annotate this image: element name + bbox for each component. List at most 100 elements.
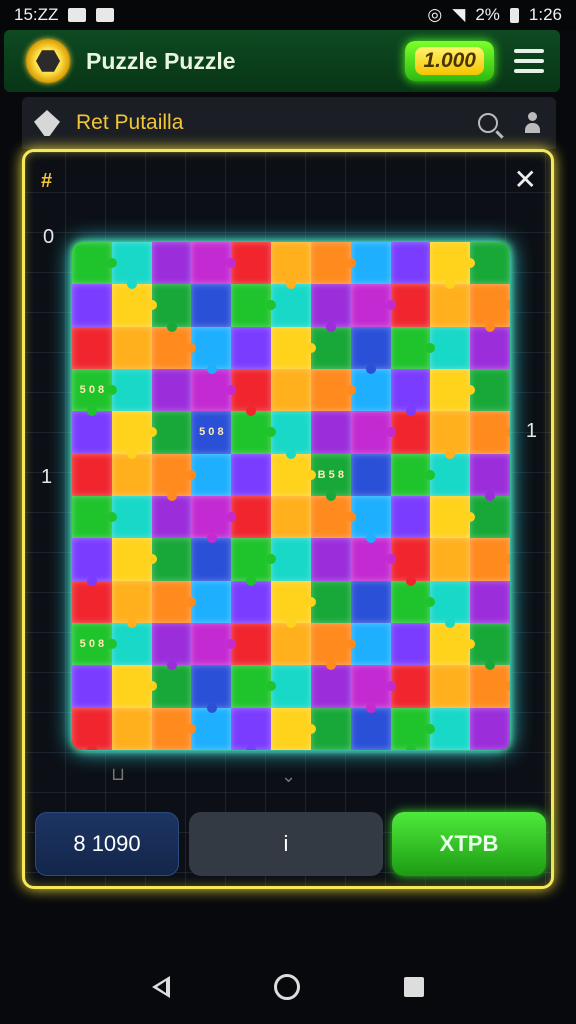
puzzle-piece[interactable] <box>151 495 192 539</box>
puzzle-piece[interactable] <box>111 368 152 412</box>
puzzle-piece[interactable] <box>310 368 356 412</box>
puzzle-piece[interactable] <box>111 707 152 750</box>
puzzle-piece[interactable] <box>350 411 396 454</box>
puzzle-piece[interactable] <box>310 580 351 623</box>
puzzle-piece[interactable] <box>310 284 351 333</box>
puzzle-piece[interactable] <box>430 411 471 460</box>
puzzle-piece[interactable] <box>151 538 192 581</box>
puzzle-piece[interactable] <box>191 538 232 581</box>
puzzle-piece[interactable] <box>191 326 232 375</box>
puzzle-piece[interactable] <box>271 411 311 460</box>
puzzle-piece[interactable] <box>390 707 436 750</box>
puzzle-piece[interactable] <box>231 707 272 750</box>
puzzle-piece[interactable] <box>271 326 316 369</box>
puzzle-piece[interactable] <box>72 453 112 496</box>
puzzle-piece[interactable] <box>350 242 391 285</box>
puzzle-piece[interactable] <box>350 326 391 375</box>
puzzle-piece[interactable] <box>231 495 272 539</box>
puzzle-piece[interactable] <box>310 242 356 285</box>
puzzle-piece[interactable] <box>231 580 272 623</box>
puzzle-piece[interactable] <box>310 622 356 671</box>
puzzle-piece[interactable] <box>390 411 431 454</box>
puzzle-piece[interactable]: 5 0 8 <box>72 622 117 666</box>
coin-balance-button[interactable]: 1.000 <box>405 41 494 81</box>
close-icon[interactable]: ✕ <box>514 166 537 194</box>
puzzle-piece[interactable] <box>430 453 471 496</box>
puzzle-piece[interactable] <box>390 495 431 539</box>
puzzle-piece[interactable] <box>470 368 510 412</box>
puzzle-piece[interactable] <box>191 622 237 666</box>
puzzle-piece[interactable] <box>72 242 117 285</box>
puzzle-piece[interactable] <box>271 538 311 581</box>
puzzle-piece[interactable] <box>191 665 232 714</box>
puzzle-piece[interactable] <box>430 707 471 750</box>
puzzle-piece[interactable] <box>390 326 436 369</box>
puzzle-piece[interactable] <box>470 538 510 581</box>
puzzle-piece[interactable] <box>231 326 272 369</box>
puzzle-piece[interactable] <box>430 242 475 290</box>
puzzle-piece[interactable] <box>390 242 431 285</box>
puzzle-piece[interactable] <box>350 580 391 623</box>
tray-icon[interactable]: ⊔ <box>111 764 125 785</box>
puzzle-piece[interactable] <box>470 622 510 671</box>
puzzle-piece[interactable] <box>111 665 157 708</box>
puzzle-piece[interactable] <box>271 622 311 666</box>
puzzle-piece[interactable] <box>231 538 276 587</box>
puzzle-piece[interactable] <box>151 665 192 708</box>
puzzle-piece[interactable] <box>390 368 431 417</box>
puzzle-piece[interactable] <box>151 622 192 671</box>
puzzle-piece[interactable] <box>151 411 192 454</box>
puzzle-piece[interactable] <box>72 411 112 454</box>
puzzle-piece[interactable] <box>430 580 471 629</box>
puzzle-piece[interactable] <box>231 622 272 666</box>
puzzle-piece[interactable] <box>390 538 431 587</box>
puzzle-piece[interactable] <box>390 580 436 623</box>
puzzle-piece[interactable] <box>151 580 197 623</box>
puzzle-piece[interactable] <box>350 284 396 327</box>
puzzle-piece[interactable] <box>111 284 157 327</box>
puzzle-piece[interactable] <box>191 580 232 623</box>
puzzle-piece[interactable] <box>151 707 197 750</box>
puzzle-piece[interactable] <box>151 453 197 502</box>
puzzle-piece[interactable] <box>231 368 272 417</box>
menu-icon[interactable] <box>514 49 544 73</box>
puzzle-piece[interactable] <box>72 580 112 623</box>
puzzle-piece[interactable] <box>231 453 272 496</box>
puzzle-piece[interactable] <box>390 622 431 666</box>
puzzle-piece[interactable] <box>271 242 311 290</box>
puzzle-piece[interactable] <box>231 411 276 454</box>
puzzle-piece[interactable] <box>231 242 272 285</box>
puzzle-piece[interactable] <box>310 411 351 454</box>
puzzle-piece[interactable] <box>470 242 510 285</box>
search-icon[interactable] <box>478 113 498 133</box>
puzzle-piece[interactable] <box>350 538 396 581</box>
puzzle-piece[interactable] <box>470 580 510 623</box>
home-icon[interactable] <box>274 974 300 1000</box>
puzzle-piece[interactable] <box>191 453 232 496</box>
puzzle-piece[interactable] <box>191 284 232 327</box>
puzzle-piece[interactable] <box>111 622 152 666</box>
puzzle-piece[interactable] <box>111 495 152 539</box>
puzzle-piece[interactable] <box>191 707 232 750</box>
puzzle-piece[interactable] <box>430 538 471 581</box>
puzzle-piece[interactable] <box>111 326 152 369</box>
puzzle-piece[interactable] <box>430 368 475 412</box>
puzzle-piece[interactable] <box>390 284 431 327</box>
puzzle-piece[interactable] <box>350 665 396 714</box>
puzzle-piece[interactable] <box>72 538 112 587</box>
puzzle-piece[interactable] <box>470 707 510 750</box>
puzzle-piece[interactable] <box>191 242 237 285</box>
puzzle-piece[interactable] <box>390 665 431 708</box>
puzzle-piece[interactable] <box>271 665 311 708</box>
puzzle-piece[interactable] <box>72 284 112 327</box>
puzzle-piece[interactable] <box>350 622 391 666</box>
puzzle-piece[interactable] <box>111 242 152 290</box>
puzzle-piece[interactable] <box>350 368 391 412</box>
puzzle-piece[interactable] <box>470 665 510 708</box>
puzzle-piece[interactable] <box>310 665 351 708</box>
puzzle-piece[interactable] <box>111 453 152 496</box>
puzzle-piece[interactable] <box>470 326 510 369</box>
info-button[interactable]: i <box>189 812 383 876</box>
puzzle-piece[interactable] <box>271 453 316 496</box>
puzzle-piece[interactable] <box>111 580 152 629</box>
